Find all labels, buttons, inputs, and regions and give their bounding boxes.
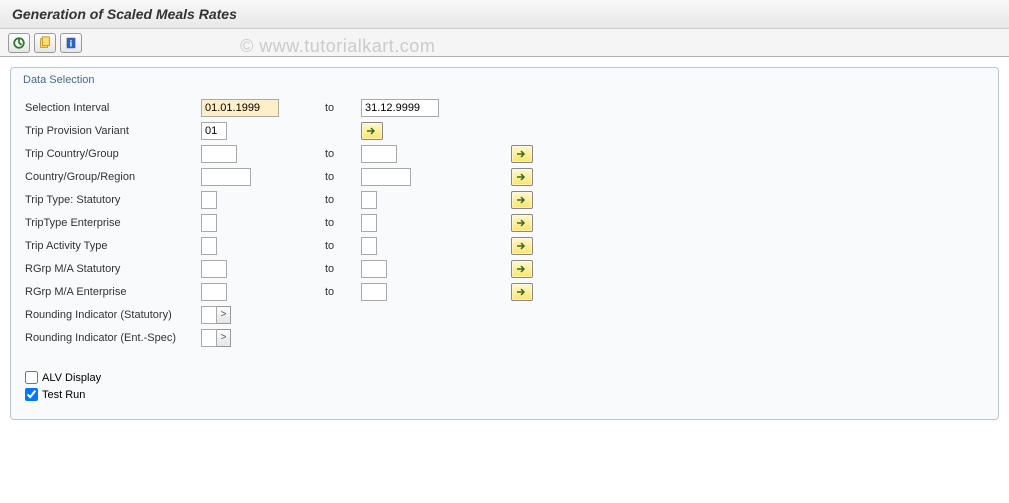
row-alv-display: ALV Display <box>21 371 988 384</box>
rounding-enterprise-picker-button[interactable]: > <box>217 329 231 347</box>
rounding-statutory-picker-button[interactable]: > <box>217 306 231 324</box>
row-trip-activity-type: Trip Activity Type to <box>21 234 988 257</box>
row-selection-interval: Selection Interval to <box>21 96 988 119</box>
rgrp-ma-statutory-multi-button[interactable] <box>511 260 533 278</box>
data-selection-group: Data Selection Selection Interval to Tri… <box>10 67 999 420</box>
alv-display-label: ALV Display <box>42 372 101 384</box>
toolbar: i <box>0 29 1009 57</box>
trip-type-enterprise-multi-button[interactable] <box>511 214 533 232</box>
trip-activity-type-from-input[interactable] <box>201 237 217 255</box>
to-label: to <box>321 102 361 114</box>
trip-type-statutory-to-input[interactable] <box>361 191 377 209</box>
rgrp-ma-enterprise-from-input[interactable] <box>201 283 227 301</box>
rgrp-ma-enterprise-to-input[interactable] <box>361 283 387 301</box>
label-trip-activity-type: Trip Activity Type <box>21 240 201 252</box>
label-trip-type-enterprise: TripType Enterprise <box>21 217 201 229</box>
to-label: to <box>321 148 361 160</box>
trip-type-statutory-multi-button[interactable] <box>511 191 533 209</box>
trip-provision-variant-multi-button[interactable] <box>361 122 383 140</box>
trip-activity-type-multi-button[interactable] <box>511 237 533 255</box>
to-label: to <box>321 263 361 275</box>
selection-interval-to-input[interactable] <box>361 99 439 117</box>
to-label: to <box>321 171 361 183</box>
alv-display-checkbox[interactable] <box>25 371 38 384</box>
trip-country-group-to-input[interactable] <box>361 145 397 163</box>
row-rounding-enterprise: Rounding Indicator (Ent.-Spec) > <box>21 326 988 349</box>
execute-button[interactable] <box>8 33 30 53</box>
row-trip-type-statutory: Trip Type: Statutory to <box>21 188 988 211</box>
row-trip-type-enterprise: TripType Enterprise to <box>21 211 988 234</box>
row-rounding-statutory: Rounding Indicator (Statutory) > <box>21 303 988 326</box>
rgrp-ma-enterprise-multi-button[interactable] <box>511 283 533 301</box>
row-test-run: Test Run <box>21 388 988 401</box>
test-run-checkbox[interactable] <box>25 388 38 401</box>
info-button[interactable]: i <box>60 33 82 53</box>
country-group-region-multi-button[interactable] <box>511 168 533 186</box>
row-trip-country-group: Trip Country/Group to <box>21 142 988 165</box>
rounding-enterprise-input[interactable] <box>201 329 217 347</box>
svg-text:i: i <box>70 38 72 48</box>
country-group-region-to-input[interactable] <box>361 168 411 186</box>
label-country-group-region: Country/Group/Region <box>21 171 201 183</box>
trip-type-enterprise-to-input[interactable] <box>361 214 377 232</box>
row-rgrp-ma-enterprise: RGrp M/A Enterprise to <box>21 280 988 303</box>
trip-country-group-from-input[interactable] <box>201 145 237 163</box>
row-trip-provision-variant: Trip Provision Variant <box>21 119 988 142</box>
dropdown-icon: > <box>221 332 227 343</box>
rounding-statutory-input[interactable] <box>201 306 217 324</box>
row-rgrp-ma-statutory: RGrp M/A Statutory to <box>21 257 988 280</box>
trip-provision-variant-input[interactable] <box>201 122 227 140</box>
label-rounding-statutory: Rounding Indicator (Statutory) <box>21 309 201 321</box>
to-label: to <box>321 240 361 252</box>
get-variant-button[interactable] <box>34 33 56 53</box>
to-label: to <box>321 194 361 206</box>
label-trip-type-statutory: Trip Type: Statutory <box>21 194 201 206</box>
selection-interval-from-input[interactable] <box>201 99 279 117</box>
label-rgrp-ma-statutory: RGrp M/A Statutory <box>21 263 201 275</box>
group-title: Data Selection <box>21 74 988 86</box>
country-group-region-from-input[interactable] <box>201 168 251 186</box>
label-trip-provision-variant: Trip Provision Variant <box>21 125 201 137</box>
rgrp-ma-statutory-to-input[interactable] <box>361 260 387 278</box>
label-trip-country-group: Trip Country/Group <box>21 148 201 160</box>
trip-country-group-multi-button[interactable] <box>511 145 533 163</box>
trip-type-statutory-from-input[interactable] <box>201 191 217 209</box>
page-title: Generation of Scaled Meals Rates <box>0 0 1009 29</box>
to-label: to <box>321 217 361 229</box>
row-country-group-region: Country/Group/Region to <box>21 165 988 188</box>
label-rgrp-ma-enterprise: RGrp M/A Enterprise <box>21 286 201 298</box>
label-selection-interval: Selection Interval <box>21 102 201 114</box>
to-label: to <box>321 286 361 298</box>
trip-type-enterprise-from-input[interactable] <box>201 214 217 232</box>
trip-activity-type-to-input[interactable] <box>361 237 377 255</box>
rgrp-ma-statutory-from-input[interactable] <box>201 260 227 278</box>
label-rounding-enterprise: Rounding Indicator (Ent.-Spec) <box>21 332 201 344</box>
test-run-label: Test Run <box>42 389 85 401</box>
dropdown-icon: > <box>221 309 227 320</box>
